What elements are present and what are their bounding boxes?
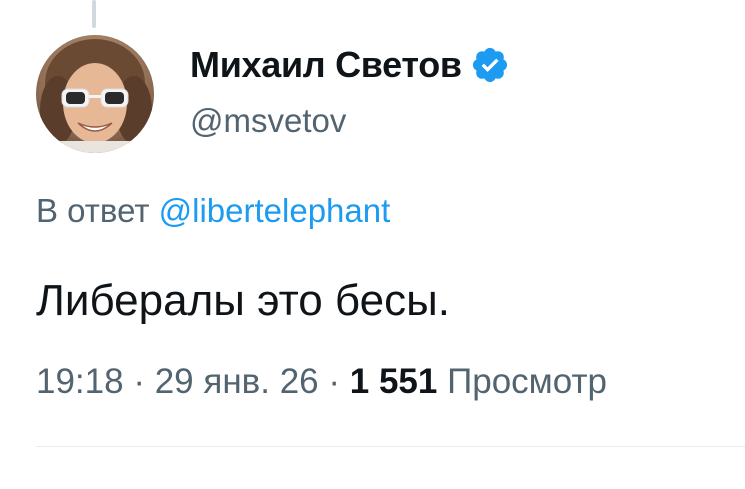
verified-badge-icon[interactable] [470, 45, 510, 85]
reply-prefix: В ответ [36, 192, 150, 229]
meta-separator: · [133, 362, 145, 401]
author-display-name[interactable]: Михаил Светов [190, 44, 510, 86]
reply-context: В ответ @libertelephant [36, 192, 390, 230]
meta-separator: · [328, 362, 341, 401]
thread-connector-line [92, 0, 96, 28]
tweet-metadata: 19:18 · 29 янв. 26 · 1 551 Просмотр [36, 362, 607, 402]
author-name-text[interactable]: Михаил Светов [190, 44, 462, 86]
avatar[interactable] [36, 35, 154, 153]
tweet-time[interactable]: 19:18 [36, 362, 124, 401]
views-count[interactable]: 1 551 [350, 362, 438, 401]
views-label[interactable]: Просмотр [447, 362, 607, 401]
divider [36, 446, 745, 447]
tweet-text: Либералы это бесы. [36, 276, 450, 325]
reply-mention-link[interactable]: @libertelephant [159, 192, 391, 229]
tweet-date[interactable]: 29 янв. 26 [155, 362, 319, 401]
author-handle[interactable]: @msvetov [190, 102, 346, 140]
